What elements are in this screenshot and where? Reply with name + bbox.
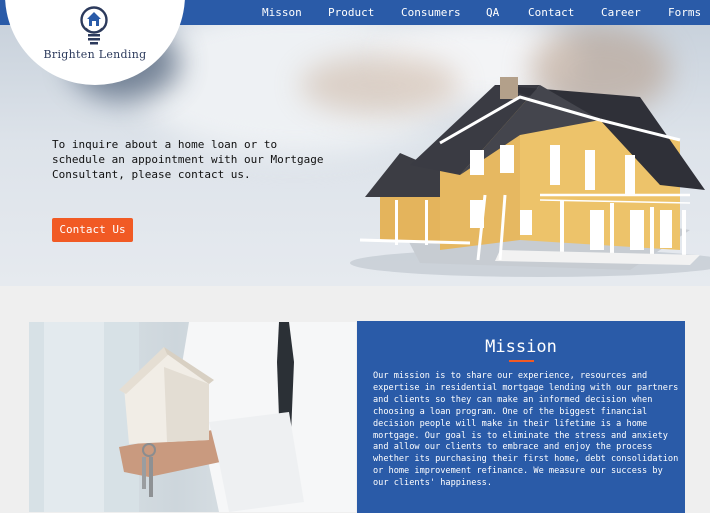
lightbulb-house-icon: [80, 6, 108, 45]
nav-item-mission[interactable]: Misson: [262, 0, 302, 25]
hero-text: To inquire about a home loan or to sched…: [52, 138, 324, 181]
brand-name: Brighten Lending: [43, 48, 147, 61]
mission-body: Our mission is to share our experience, …: [373, 371, 679, 489]
mission-title: Mission: [485, 337, 557, 357]
mission-panel: Mission Our mission is to share our expe…: [357, 321, 685, 513]
mission-title-underline: [509, 360, 534, 362]
mission-photo: [29, 322, 356, 512]
nav-item-career[interactable]: Career: [601, 0, 641, 25]
nav-item-consumers[interactable]: Consumers: [401, 0, 461, 25]
house-key-hand-image: [29, 322, 356, 512]
nav-item-forms[interactable]: Forms: [668, 0, 701, 25]
nav-item-qa[interactable]: QA: [486, 0, 499, 25]
nav-item-contact[interactable]: Contact: [528, 0, 574, 25]
contact-us-button[interactable]: Contact Us: [52, 218, 133, 242]
nav-item-product[interactable]: Product: [328, 0, 374, 25]
